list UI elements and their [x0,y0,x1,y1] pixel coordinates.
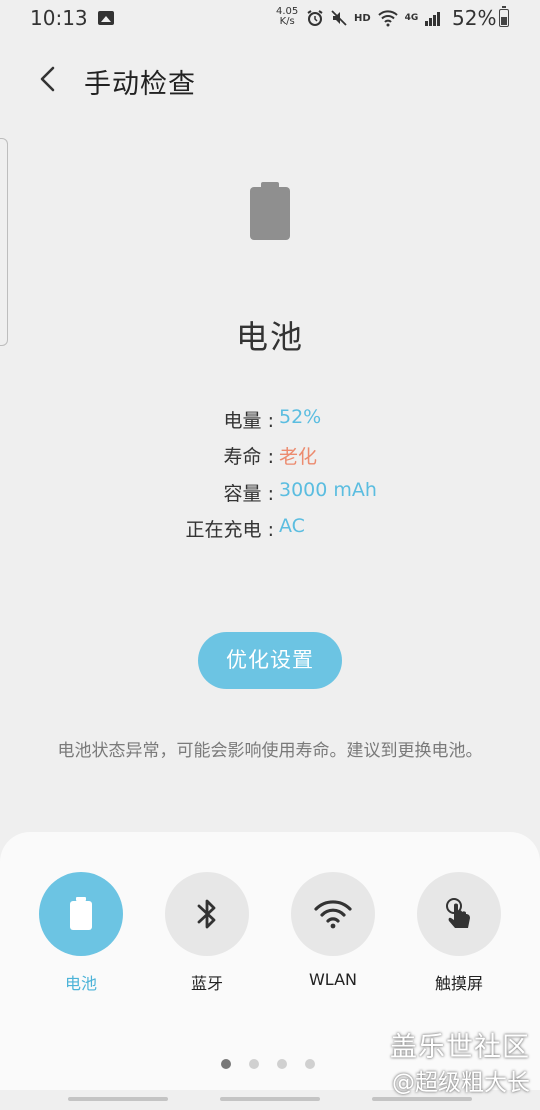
page-dot-active [221,1059,231,1069]
page-dot [277,1059,287,1069]
info-label: 容量 : [223,483,274,505]
network-speed-unit: K/s [279,16,295,27]
status-battery-percent: 52% [452,6,497,30]
status-battery-icon [499,6,509,27]
network-type-label: 4G [404,13,419,23]
info-label: 正在充电 : [185,519,274,541]
network-speed: 4.05 K/s [276,7,298,27]
gallery-notification-icon [98,11,114,25]
tile-wlan[interactable]: WLAN [291,872,375,989]
status-bar: 10:13 4.05 K/s HD 4G 52% [0,0,540,38]
battery-tile-button[interactable] [39,872,123,956]
nav-home-handle[interactable] [220,1097,320,1101]
header: 手动检查 [0,54,540,104]
battery-section-title: 电池 [235,318,304,356]
status-time: 10:13 [30,6,88,30]
touchscreen-tile-button[interactable] [417,872,501,956]
info-value: AC [279,515,305,537]
page-dot [249,1059,259,1069]
page-indicator [221,1059,315,1069]
page-dot [305,1059,315,1069]
nav-back-handle[interactable] [372,1097,472,1101]
bluetooth-icon [197,899,216,929]
tile-touchscreen[interactable]: 触摸屏 [417,872,501,994]
watermark-line-2: @超级粗大长 [392,1070,530,1096]
touch-icon [446,898,470,928]
alarm-icon [307,10,323,26]
signal-icon [425,12,441,26]
info-label: 寿命 : [223,446,274,468]
info-value: 52% [279,406,322,428]
info-row-capacity: 容量 : 3000 mAh [0,479,540,509]
wifi-icon [314,900,352,929]
tile-battery[interactable]: 电池 [39,872,123,994]
tile-label: 电池 [64,974,97,993]
bluetooth-tile-button[interactable] [165,872,249,956]
info-value: 3000 mAh [279,479,377,501]
mute-icon [331,10,347,26]
info-label: 电量 : [223,410,274,432]
info-row-charging: 正在充电 : AC [0,515,540,545]
optimize-settings-button[interactable]: 优化设置 [198,632,342,689]
wifi-status-icon [377,10,398,27]
tile-label: 蓝牙 [190,974,223,993]
back-button[interactable] [34,62,64,96]
info-row-life: 寿命 : 老化 [0,442,540,472]
info-row-level: 电量 : 52% [0,406,540,436]
battery-large-icon [250,182,290,240]
battery-icon [70,897,92,930]
tile-bluetooth[interactable]: 蓝牙 [165,872,249,994]
battery-notice: 电池状态异常，可能会影响使用寿命。建议到更换电池。 [57,741,483,761]
watermark-line-1: 盖乐世社区 [390,1032,530,1063]
page-title: 手动检查 [84,69,196,100]
tile-label: 触摸屏 [434,974,483,993]
hd-label: HD [354,12,371,24]
wlan-tile-button[interactable] [291,872,375,956]
info-value: 老化 [279,446,318,468]
nav-recents-handle[interactable] [68,1097,168,1101]
tile-label: WLAN [308,970,357,989]
